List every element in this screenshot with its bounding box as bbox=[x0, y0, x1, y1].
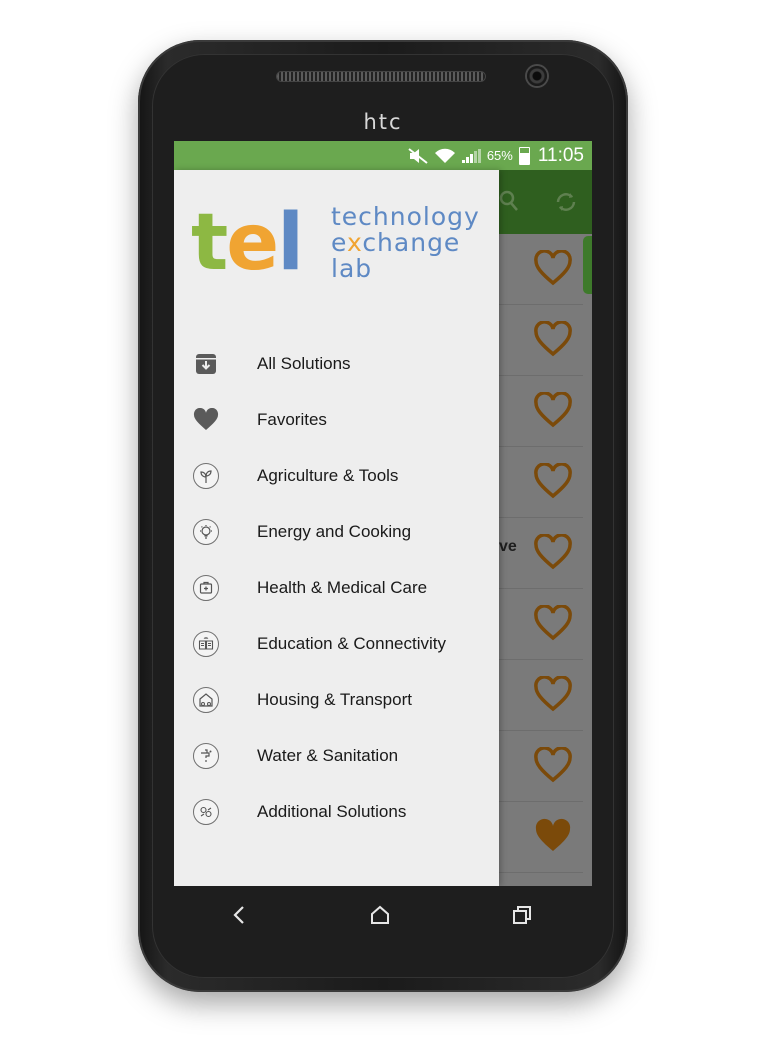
menu-item-label: Energy and Cooking bbox=[257, 522, 412, 541]
archive-icon bbox=[192, 350, 220, 378]
home-button[interactable] bbox=[365, 900, 395, 930]
bulb-icon bbox=[192, 518, 220, 546]
list-item bbox=[499, 234, 583, 305]
heart-filled-icon bbox=[535, 818, 571, 851]
navigation-drawer: tel technology exchange lab All Solution… bbox=[174, 170, 499, 886]
menu-item-energy-cooking[interactable]: Energy and Cooking bbox=[174, 504, 499, 560]
back-button[interactable] bbox=[224, 900, 254, 930]
book-icon bbox=[192, 630, 220, 658]
heart-outline-icon bbox=[534, 534, 572, 570]
logo-letters: tel bbox=[191, 198, 304, 288]
misc-icon bbox=[192, 798, 220, 826]
recent-apps-icon bbox=[513, 906, 531, 924]
background-partial-text: ve bbox=[499, 538, 517, 555]
list-item bbox=[499, 305, 583, 376]
back-icon bbox=[233, 906, 244, 924]
status-bar: 65% 11:05 bbox=[174, 141, 592, 170]
list-item bbox=[499, 376, 583, 447]
device-brand: htc bbox=[363, 110, 403, 134]
status-icons: 65% 11:05 bbox=[408, 141, 584, 170]
list-item bbox=[499, 447, 583, 518]
mute-icon bbox=[408, 147, 428, 164]
menu-item-agriculture-tools[interactable]: Agriculture & Tools bbox=[174, 448, 499, 504]
menu-item-health-medical[interactable]: Health & Medical Care bbox=[174, 560, 499, 616]
search-icon bbox=[499, 190, 518, 211]
menu-item-additional-solutions[interactable]: Additional Solutions bbox=[174, 784, 499, 840]
menu-item-label: Housing & Transport bbox=[257, 690, 412, 709]
screen: 65% 11:05 ve tel technology exchange lab… bbox=[174, 141, 592, 886]
menu-item-all-solutions[interactable]: All Solutions bbox=[174, 336, 499, 392]
list-item bbox=[499, 660, 583, 731]
refresh-icon bbox=[556, 193, 576, 211]
heart-outline-icon bbox=[534, 605, 572, 641]
background-tab-indicator bbox=[583, 236, 592, 294]
heart-outline-icon bbox=[534, 392, 572, 428]
menu-item-favorites[interactable]: Favorites bbox=[174, 392, 499, 448]
menu-item-housing-transport[interactable]: Housing & Transport bbox=[174, 672, 499, 728]
heart-outline-icon bbox=[534, 747, 572, 783]
clock: 11:05 bbox=[537, 144, 584, 166]
list-item bbox=[499, 802, 583, 873]
earpiece-speaker bbox=[277, 72, 485, 81]
menu-item-education-connectivity[interactable]: Education & Connectivity bbox=[174, 616, 499, 672]
faucet-icon bbox=[192, 742, 220, 770]
heart-icon bbox=[192, 406, 220, 434]
list-item bbox=[499, 731, 583, 802]
house-icon bbox=[192, 686, 220, 714]
heart-outline-icon bbox=[534, 250, 572, 286]
menu-item-label: Health & Medical Care bbox=[257, 578, 428, 597]
menu-item-label: Water & Sanitation bbox=[257, 746, 399, 765]
background-toolbar bbox=[499, 170, 592, 234]
heart-outline-icon bbox=[534, 676, 572, 712]
wifi-icon bbox=[434, 148, 455, 163]
home-icon bbox=[371, 905, 389, 924]
navigation-bar bbox=[174, 886, 592, 944]
logo-wordmark: technology exchange lab bbox=[331, 202, 480, 283]
menu-item-label: Favorites bbox=[257, 410, 327, 429]
menu-item-label: All Solutions bbox=[257, 354, 351, 373]
recent-apps-button[interactable] bbox=[507, 900, 537, 930]
menu-item-water-sanitation[interactable]: Water & Sanitation bbox=[174, 728, 499, 784]
plant-icon bbox=[192, 462, 220, 490]
category-menu: All Solutions Favorites Agriculture & To… bbox=[174, 336, 499, 840]
heart-outline-icon bbox=[534, 321, 572, 357]
signal-icon bbox=[461, 148, 481, 163]
heart-outline-icon bbox=[534, 463, 572, 499]
battery-percent: 65% bbox=[486, 148, 513, 163]
menu-item-label: Agriculture & Tools bbox=[257, 466, 399, 485]
tel-logo: tel technology exchange lab bbox=[191, 204, 491, 294]
medical-kit-icon bbox=[192, 574, 220, 602]
menu-item-label: Additional Solutions bbox=[257, 802, 407, 821]
front-camera bbox=[527, 66, 547, 86]
menu-item-label: Education & Connectivity bbox=[257, 634, 446, 653]
background-list bbox=[499, 234, 592, 886]
list-item bbox=[499, 589, 583, 660]
battery-icon bbox=[518, 146, 530, 165]
